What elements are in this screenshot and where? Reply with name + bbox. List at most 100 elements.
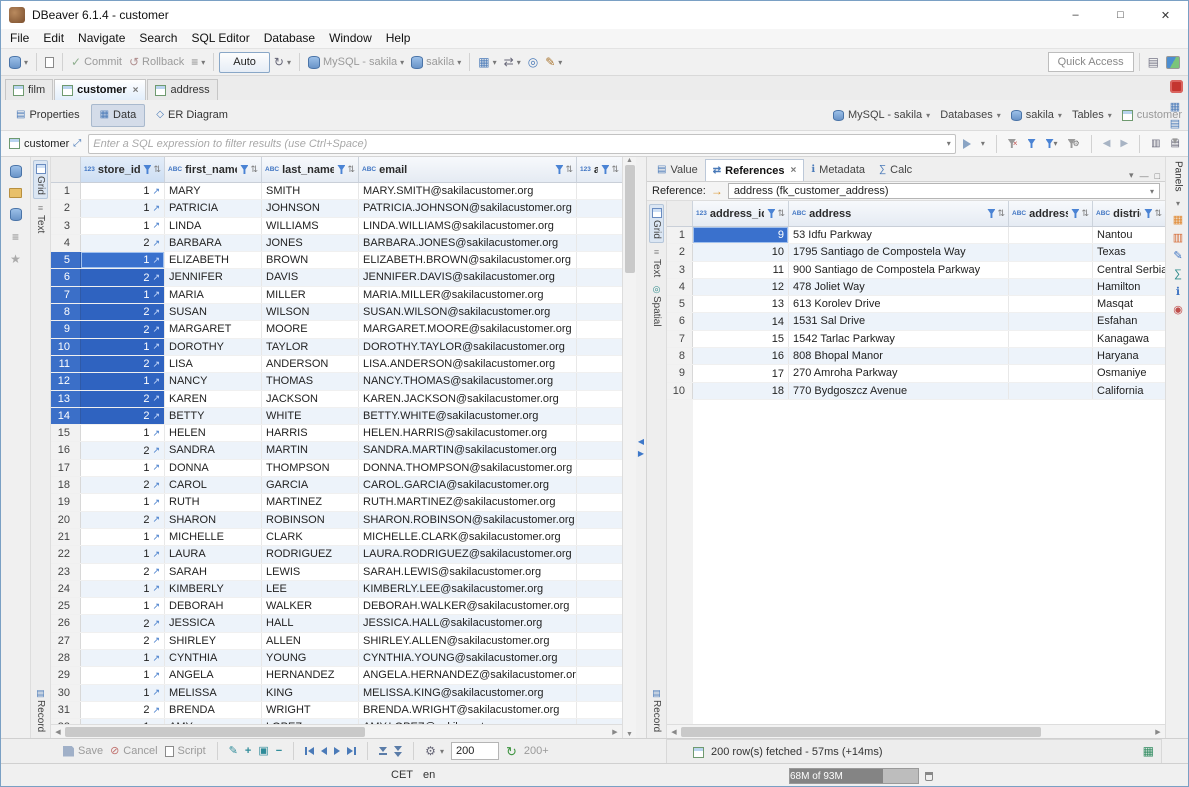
cell-first-name[interactable]: LISA [165, 356, 262, 372]
cell-first-name[interactable]: ANGELA [165, 667, 262, 683]
cell-store-id[interactable]: 1↗ [81, 252, 165, 268]
fk-link-icon[interactable]: ↗ [152, 360, 160, 369]
cell-active[interactable] [577, 356, 622, 372]
row-number[interactable]: 28 [51, 650, 81, 666]
row-number[interactable]: 5 [51, 252, 81, 268]
filter-icon[interactable] [337, 165, 345, 174]
subtab-er-diagram[interactable]: ◇ER Diagram [147, 104, 237, 127]
cell-store-id[interactable]: 1↗ [81, 339, 165, 355]
cell-email[interactable]: MELISSA.KING@sakilacustomer.org [359, 685, 577, 701]
fk-link-icon[interactable]: ↗ [152, 290, 160, 299]
row-number[interactable]: 1 [51, 183, 81, 199]
row-number[interactable]: 11 [51, 356, 81, 372]
cell-address[interactable]: 613 Korolev Drive [789, 296, 1009, 312]
cell-address-id[interactable]: 15 [693, 331, 789, 347]
row-number[interactable]: 10 [51, 339, 81, 355]
cell-store-id[interactable]: 2↗ [81, 356, 165, 372]
row-number[interactable]: 22 [51, 546, 81, 562]
cell-email[interactable]: KIMBERLY.LEE@sakilacustomer.org [359, 581, 577, 597]
cell-email[interactable]: LAURA.RODRIGUEZ@sakilacustomer.org [359, 546, 577, 562]
chevron-down-icon[interactable]: ▾ [1176, 199, 1180, 208]
cell-address[interactable]: 1795 Santiago de Compostela Way [789, 244, 1009, 260]
row-number[interactable]: 26 [51, 615, 81, 631]
remove-filter-button[interactable]: ▾ [1043, 134, 1061, 154]
panel-toggle-calc-icon[interactable]: ∑ [1174, 269, 1182, 280]
cell-address-id[interactable]: 10 [693, 244, 789, 260]
cell-address[interactable]: 1531 Sal Drive [789, 313, 1009, 329]
cell-first-name[interactable]: BRENDA [165, 702, 262, 718]
cell-active[interactable] [577, 494, 622, 510]
minimized-view-icon[interactable]: ▤ [1170, 119, 1180, 130]
cell-email[interactable]: DONNA.THOMPSON@sakilacustomer.org [359, 460, 577, 476]
cell-first-name[interactable]: HELEN [165, 425, 262, 441]
cell-district[interactable]: Masqat [1093, 296, 1165, 312]
grid-corner[interactable] [667, 201, 693, 226]
cell-active[interactable] [577, 615, 622, 631]
filter-icon[interactable] [555, 165, 563, 174]
fk-link-icon[interactable]: ↗ [152, 481, 160, 490]
resultset-corner-icon[interactable]: ▦ [1143, 745, 1154, 757]
schema-selector[interactable]: sakila▾ [408, 51, 464, 73]
row-number[interactable]: 2 [51, 200, 81, 216]
fk-link-icon[interactable]: ↗ [152, 688, 160, 697]
collapse-right-icon[interactable]: ▶ [638, 450, 644, 458]
cell-address-id[interactable]: 13 [693, 296, 789, 312]
cell-last-name[interactable]: MARTIN [262, 442, 359, 458]
breadcrumb-schema[interactable]: sakila▾ [1011, 109, 1062, 121]
cell-last-name[interactable]: LEWIS [262, 564, 359, 580]
database-navigator-icon[interactable] [10, 165, 22, 178]
cell-last-name[interactable]: MILLER [262, 287, 359, 303]
fetch-size-input[interactable] [451, 742, 499, 760]
cell-store-id[interactable]: 2↗ [81, 321, 165, 337]
cell-store-id[interactable]: 2↗ [81, 442, 165, 458]
cell-store-id[interactable]: 2↗ [81, 702, 165, 718]
cell-first-name[interactable]: MARIA [165, 287, 262, 303]
minimize-button[interactable]: – [1053, 1, 1098, 29]
cell-address-id[interactable]: 12 [693, 279, 789, 295]
cell-store-id[interactable]: 2↗ [81, 615, 165, 631]
maximize-button[interactable]: □ [1098, 1, 1143, 29]
record-mode-tab[interactable]: ▤Record [35, 689, 46, 732]
fk-link-icon[interactable]: ↗ [152, 204, 160, 213]
cell-first-name[interactable]: LAURA [165, 546, 262, 562]
row-number[interactable]: 8 [667, 348, 693, 364]
filter-icon[interactable] [240, 165, 248, 174]
cell-active[interactable] [577, 581, 622, 597]
cell-active[interactable] [577, 477, 622, 493]
cell-district[interactable]: Esfahan [1093, 313, 1165, 329]
cell-address-id[interactable]: 9 [693, 227, 789, 243]
fetch-all-rows-button[interactable] [394, 746, 402, 757]
menu-navigate[interactable]: Navigate [71, 29, 132, 48]
fk-link-icon[interactable]: ↗ [152, 706, 160, 715]
cell-store-id[interactable]: 2↗ [81, 633, 165, 649]
cell-district[interactable]: Nantou [1093, 227, 1165, 243]
menu-database[interactable]: Database [257, 29, 322, 48]
cell-first-name[interactable]: SANDRA [165, 442, 262, 458]
menu-help[interactable]: Help [379, 29, 418, 48]
row-number[interactable]: 13 [51, 391, 81, 407]
close-tab-icon[interactable]: × [133, 85, 139, 96]
row-number[interactable]: 5 [667, 296, 693, 312]
cell-store-id[interactable]: 1↗ [81, 546, 165, 562]
panel-toggle-references-icon[interactable]: ◉ [1173, 305, 1183, 316]
cell-active[interactable] [577, 391, 622, 407]
filters-button[interactable] [1025, 134, 1039, 154]
error-log-icon[interactable] [1170, 80, 1183, 93]
cell-last-name[interactable]: WILSON [262, 304, 359, 320]
save-button[interactable]: Save [63, 745, 103, 757]
row-number[interactable]: 4 [51, 235, 81, 251]
duplicate-row-button[interactable]: ▣ [258, 746, 268, 757]
cell-last-name[interactable]: CLARK [262, 529, 359, 545]
cell-active[interactable] [577, 408, 622, 424]
fk-link-icon[interactable]: ↗ [152, 342, 160, 351]
fk-link-icon[interactable]: ↗ [152, 239, 160, 248]
cell-last-name[interactable]: SMITH [262, 183, 359, 199]
cell-first-name[interactable]: NANCY [165, 373, 262, 389]
cell-last-name[interactable]: DAVIS [262, 269, 359, 285]
cell-last-name[interactable]: MOORE [262, 321, 359, 337]
filter-icon[interactable] [1144, 209, 1152, 218]
row-number[interactable]: 23 [51, 564, 81, 580]
cell-last-name[interactable]: WRIGHT [262, 702, 359, 718]
cell-address2[interactable] [1009, 348, 1093, 364]
garbage-collect-icon[interactable] [925, 772, 933, 781]
